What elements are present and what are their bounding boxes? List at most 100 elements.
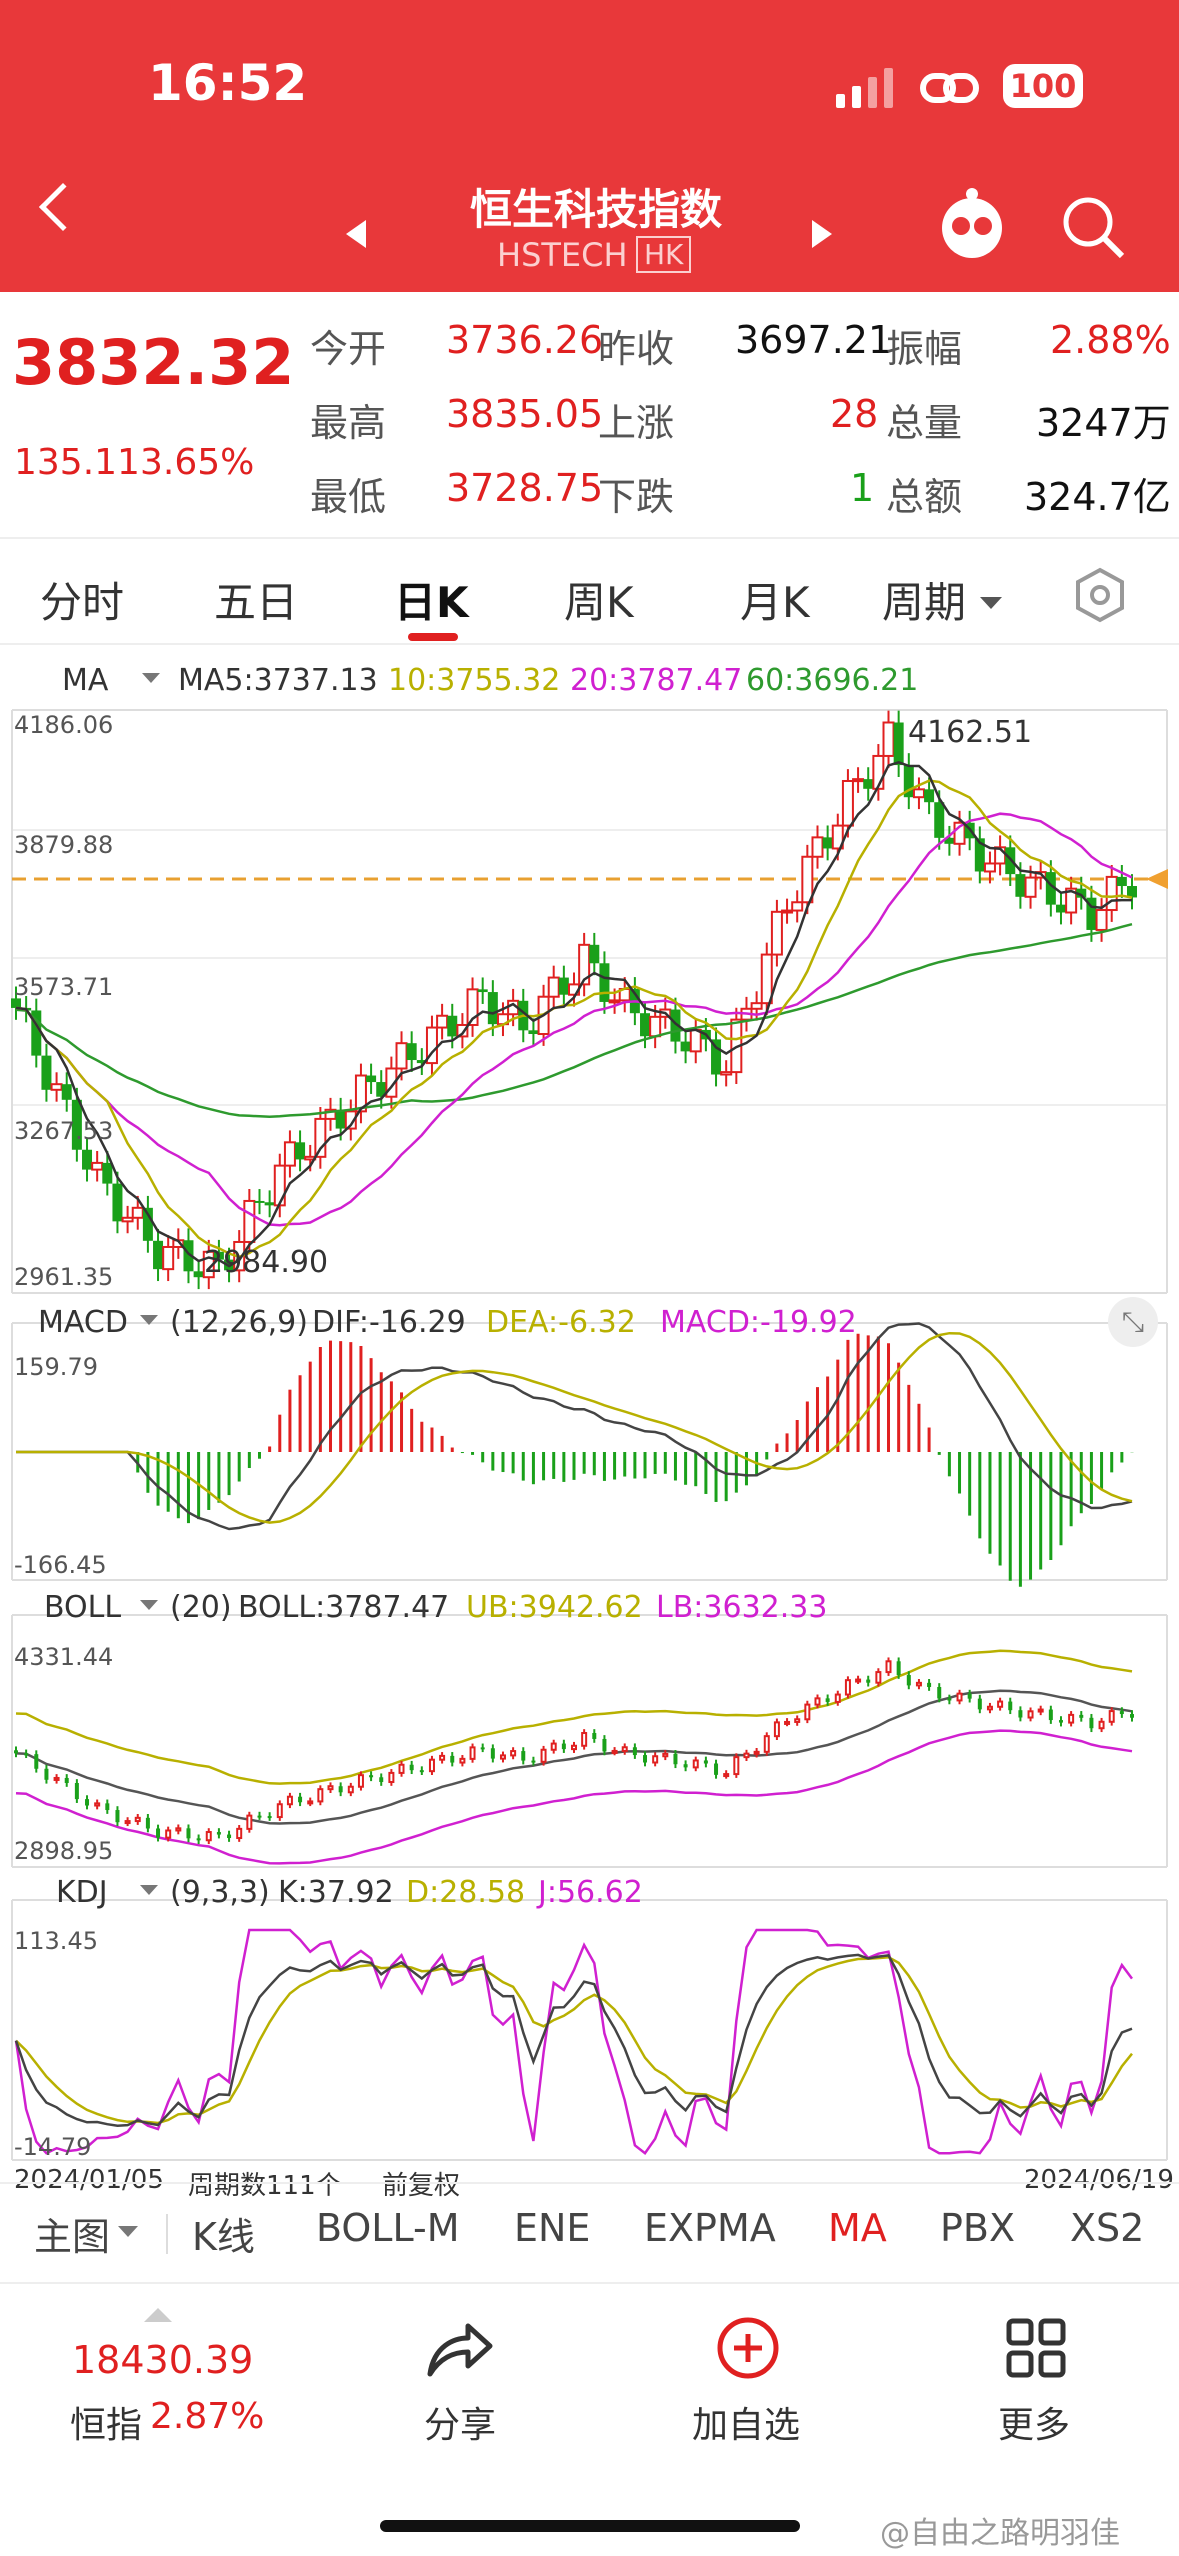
boll-label[interactable]: BOLL <box>44 1590 121 1625</box>
candle-body <box>924 789 935 803</box>
candle-body <box>243 1199 256 1243</box>
candle-body <box>528 1030 539 1035</box>
candle-body <box>24 1753 29 1756</box>
candle-body <box>286 1795 293 1806</box>
kline-chart-svg <box>11 709 1168 2161</box>
decliners-label: 下跌 <box>598 475 675 519</box>
candle-body <box>395 1042 408 1070</box>
ma-label[interactable]: MA <box>62 663 108 698</box>
tab-monthly-k[interactable]: 月K <box>740 569 810 630</box>
candle-body <box>314 1117 327 1158</box>
indicator-ene[interactable]: ENE <box>514 2206 590 2250</box>
indicator-kline[interactable]: K线 <box>192 2206 255 2261</box>
indicator-ma[interactable]: MA <box>828 2206 887 2250</box>
candle-body <box>882 721 895 757</box>
candle-body <box>82 1149 93 1170</box>
share-icon[interactable] <box>424 2320 494 2380</box>
candle-body <box>347 1785 354 1794</box>
hsi-value[interactable]: 18430.39 <box>72 2338 253 2382</box>
candle-body <box>61 1084 72 1100</box>
add-watchlist-icon[interactable] <box>716 2316 780 2380</box>
macd-histogram <box>136 1333 1134 1587</box>
candle-body <box>14 1750 18 1754</box>
indicator-xs2[interactable]: XS2 <box>1070 2206 1144 2250</box>
candle-body <box>801 855 814 904</box>
price-change-pct: 3.65% <box>140 442 255 483</box>
candle-body <box>770 910 783 956</box>
indicator-boll-m[interactable]: BOLL-M <box>316 2206 459 2250</box>
volume-label: 总量 <box>886 401 963 445</box>
tab-intraday[interactable]: 分时 <box>40 569 124 630</box>
candle-body <box>784 1720 791 1725</box>
candle-body <box>852 778 865 783</box>
candle-body <box>915 1681 922 1687</box>
period-high-label: 4162.51 <box>908 715 1033 750</box>
ma-y-axis-3: 3573.71 <box>14 973 114 1001</box>
candle-body <box>94 1802 101 1807</box>
candle-body <box>317 1788 324 1803</box>
candle-body <box>236 1827 243 1840</box>
advancers-value: 28 <box>830 392 879 436</box>
candle-body <box>298 1796 303 1803</box>
candle-body <box>906 1675 911 1686</box>
share-label[interactable]: 分享 <box>424 2396 496 2448</box>
candle-body <box>436 1014 449 1029</box>
candle-body <box>459 1757 466 1764</box>
price-change: 135.11 <box>14 442 140 483</box>
battery-icon: 100 <box>1003 64 1083 108</box>
candle-body <box>791 901 804 912</box>
macd-dea-value: DEA:-6.32 <box>486 1305 636 1340</box>
back-icon[interactable] <box>38 182 88 232</box>
last-price-marker <box>1146 869 1168 889</box>
indicator-main-chart[interactable]: 主图 <box>34 2206 110 2261</box>
prev-index-icon[interactable] <box>346 220 366 248</box>
candle-body <box>295 1142 306 1160</box>
candle-body <box>521 1751 526 1761</box>
chevron-down-icon[interactable] <box>140 1885 158 1895</box>
tab-five-day[interactable]: 五日 <box>214 569 298 630</box>
more-grid-icon[interactable] <box>1006 2318 1066 2378</box>
amplitude-value: 2.88% <box>1050 318 1171 362</box>
chart-area[interactable]: MA MA5:3737.13 10:3755.32 20:3787.47 60:… <box>0 645 1179 2215</box>
candle-body <box>1018 1710 1023 1718</box>
chevron-down-icon[interactable] <box>140 1315 158 1325</box>
chevron-down-icon[interactable] <box>118 2226 138 2237</box>
tab-daily-k[interactable]: 日K <box>394 569 469 630</box>
indicator-pbx[interactable]: PBX <box>940 2206 1015 2250</box>
tab-weekly-k[interactable]: 周K <box>564 569 634 630</box>
mascot-icon[interactable] <box>937 186 1007 266</box>
search-icon[interactable] <box>1060 194 1126 260</box>
market-badge: HK <box>636 236 692 273</box>
candle-body <box>750 1002 763 1010</box>
indicator-expma[interactable]: EXPMA <box>644 2206 776 2250</box>
candle-body <box>841 779 854 827</box>
chevron-down-icon[interactable] <box>140 1600 158 1610</box>
prev-close-value: 3697.21 <box>735 318 893 362</box>
kdj-label[interactable]: KDJ <box>56 1875 108 1910</box>
candle-body <box>592 1733 597 1739</box>
macd-dif-value: DIF:-16.29 <box>312 1305 466 1340</box>
settings-hexagon-icon[interactable] <box>1072 567 1128 623</box>
status-time: 16:52 <box>148 54 308 112</box>
next-index-icon[interactable] <box>812 220 832 248</box>
candle-body <box>934 802 945 838</box>
more-label[interactable]: 更多 <box>998 2396 1070 2448</box>
candle-body <box>428 1758 435 1773</box>
battery-level: 100 <box>1009 67 1077 105</box>
candle-body <box>121 1216 134 1223</box>
macd-label[interactable]: MACD <box>38 1305 128 1340</box>
ma-y-axis-bottom: 2961.35 <box>14 1263 114 1291</box>
candle-body <box>439 1754 446 1761</box>
expand-icon[interactable]: ⤡ <box>1108 1297 1158 1347</box>
candle-body <box>611 1749 618 1754</box>
candle-body <box>419 1770 424 1773</box>
candle-body <box>409 1764 414 1771</box>
ma60-line <box>15 922 1133 1118</box>
chevron-down-icon[interactable] <box>142 673 160 683</box>
candle-body <box>814 1697 821 1706</box>
add-watchlist-label[interactable]: 加自选 <box>692 2396 800 2448</box>
low-label: 最低 <box>310 475 387 519</box>
candle-body <box>131 1206 144 1219</box>
tab-period[interactable]: 周期 <box>882 569 966 630</box>
candle-body <box>490 1748 495 1759</box>
